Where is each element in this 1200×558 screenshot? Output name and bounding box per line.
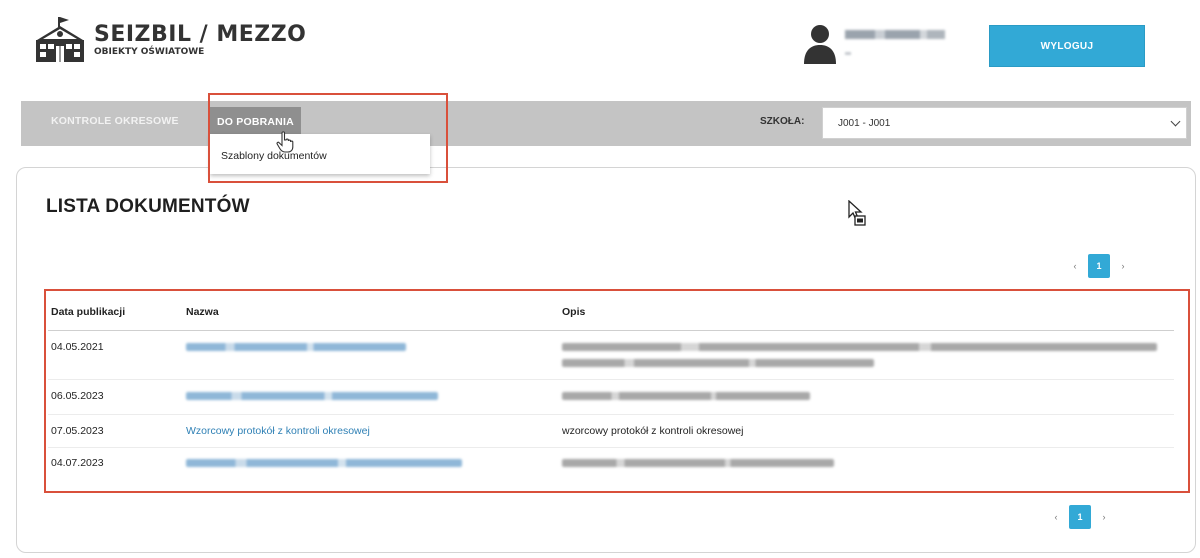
table-row-date: 04.05.2021 — [51, 341, 104, 353]
table-row-name-redacted[interactable] — [186, 343, 406, 351]
next-page-button[interactable]: › — [1093, 505, 1115, 529]
column-header-name[interactable]: Nazwa — [186, 306, 219, 318]
app-title: SEIZBIL / MEZZO — [94, 21, 307, 47]
table-row-description: wzorcowy protokół z kontroli okresowej — [562, 425, 744, 437]
table-row-name-redacted[interactable] — [186, 392, 438, 400]
row-divider — [48, 447, 1174, 448]
nav-item-kontrole-okresowe[interactable]: KONTROLE OKRESOWE — [51, 115, 179, 127]
user-avatar-icon — [804, 25, 836, 64]
user-info — [803, 24, 945, 64]
page-1-button[interactable]: 1 — [1069, 505, 1091, 529]
download-dropdown: Szablony dokumentów — [210, 134, 430, 174]
table-row-description-redacted — [562, 343, 1157, 351]
logout-button[interactable]: WYLOGUJ — [989, 25, 1145, 67]
user-name-redacted — [845, 30, 945, 39]
app-logo[interactable]: SEIZBIL / MEZZO OBIEKTY OŚWIATOWE — [34, 16, 306, 64]
next-page-button[interactable]: › — [1112, 254, 1134, 278]
page-1-button[interactable]: 1 — [1088, 254, 1110, 278]
school-building-icon — [36, 17, 84, 62]
prev-page-button[interactable]: ‹ — [1045, 505, 1067, 529]
table-row-name-redacted[interactable] — [186, 459, 462, 467]
move-cursor-icon — [848, 200, 866, 226]
table-row-date: 04.07.2023 — [51, 457, 104, 469]
chevron-down-icon — [1170, 116, 1181, 127]
pagination-top: ‹ 1 › — [1064, 254, 1134, 278]
table-row-description-redacted — [562, 459, 834, 467]
column-header-description[interactable]: Opis — [562, 306, 585, 318]
dropdown-item-szablony[interactable]: Szablony dokumentów — [221, 150, 327, 162]
table-row-date: 06.05.2023 — [51, 390, 104, 402]
prev-page-button[interactable]: ‹ — [1064, 254, 1086, 278]
pagination-bottom: ‹ 1 › — [1045, 505, 1115, 529]
user-detail-redacted — [845, 52, 851, 55]
row-divider — [48, 414, 1174, 415]
column-header-date[interactable]: Data publikacji — [51, 306, 125, 318]
row-divider — [48, 379, 1174, 380]
table-row-description-redacted — [562, 359, 874, 367]
table-row-date: 07.05.2023 — [51, 425, 104, 437]
table-header-divider — [48, 330, 1174, 331]
table-row-name-link[interactable]: Wzorcowy protokół z kontroli okresowej — [186, 425, 370, 437]
app-subtitle: OBIEKTY OŚWIATOWE — [94, 46, 205, 57]
school-select-value: J001 - J001 — [838, 117, 891, 129]
school-select[interactable]: J001 - J001 — [822, 107, 1187, 139]
main-nav: KONTROLE OKRESOWE DO POBRANIA SZKOŁA: J0… — [21, 101, 1191, 146]
school-label: SZKOŁA: — [760, 116, 805, 127]
page-title: LISTA DOKUMENTÓW — [46, 196, 250, 217]
hand-pointer-icon — [276, 131, 294, 153]
table-row-description-redacted — [562, 392, 810, 400]
